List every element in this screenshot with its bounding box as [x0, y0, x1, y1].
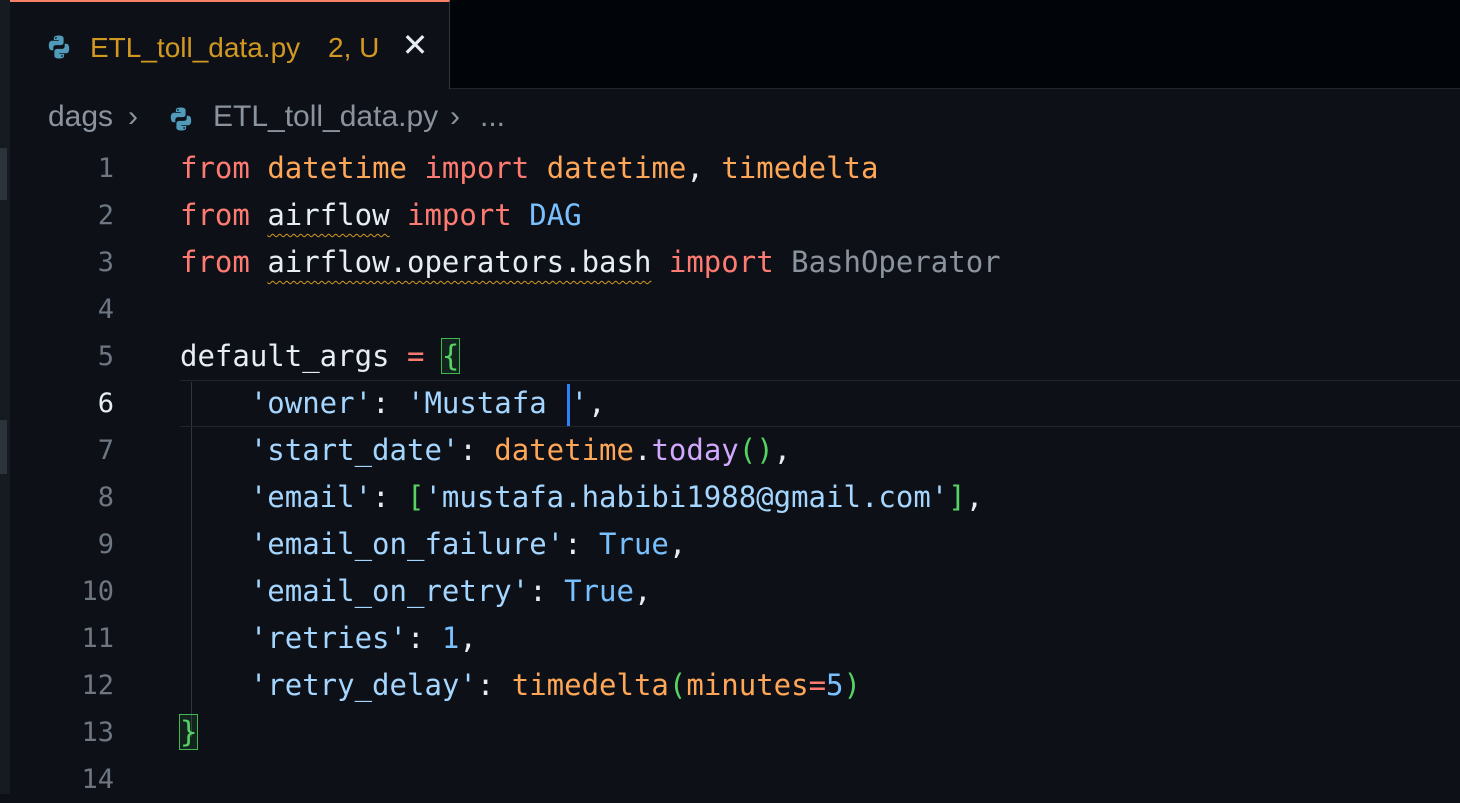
- edge-marker: [0, 420, 7, 474]
- line-number: 8: [97, 482, 114, 513]
- import-warning: airflow.operators.bash: [267, 245, 652, 279]
- python-icon: [168, 106, 194, 140]
- line-number: 5: [97, 341, 114, 372]
- line-number: 3: [97, 247, 114, 278]
- line-code: 'start_date': datetime.today(),: [249, 433, 792, 467]
- line-code: 'retries': 1,: [249, 621, 477, 655]
- code-line-current: 6 'owner': 'Mustafa ',: [10, 380, 1460, 427]
- line-code: default_args = {: [180, 338, 461, 374]
- code-line: 12 'retry_delay': timedelta(minutes=5): [10, 662, 1460, 709]
- text-cursor: [566, 384, 570, 426]
- tab-etl-toll-data[interactable]: ETL_toll_data.py 2, U ✕: [10, 0, 450, 89]
- line-code: }: [178, 709, 199, 756]
- bracket-match: }: [178, 714, 199, 750]
- line-code: from airflow.operators.bash import BashO…: [180, 245, 1001, 279]
- breadcrumb-folder[interactable]: dags: [48, 100, 113, 134]
- code-line: 9 'email_on_failure': True,: [10, 521, 1460, 568]
- line-number: 6: [97, 388, 114, 419]
- chevron-right-icon: ›: [450, 100, 460, 133]
- code-line: 14: [10, 756, 1460, 803]
- line-number: 4: [97, 294, 114, 325]
- breadcrumb-file[interactable]: ETL_toll_data.py: [213, 100, 438, 134]
- code-editor[interactable]: 1 from datetime import datetime, timedel…: [10, 145, 1460, 795]
- chevron-right-icon: ›: [128, 100, 138, 133]
- code-line: 5 default_args = {: [10, 333, 1460, 380]
- code-line: 7 'start_date': datetime.today(),: [10, 427, 1460, 474]
- line-number: 7: [97, 435, 114, 466]
- code-line: 1 from datetime import datetime, timedel…: [10, 145, 1460, 192]
- python-icon: [46, 34, 72, 65]
- code-line: 2 from airflow import DAG: [10, 192, 1460, 239]
- activity-edge: [0, 0, 10, 794]
- code-line: 10 'email_on_retry': True,: [10, 568, 1460, 615]
- code-line: 8 'email': ['mustafa.habibi1988@gmail.co…: [10, 474, 1460, 521]
- close-icon[interactable]: ✕: [400, 29, 430, 61]
- code-line: 13 }: [10, 709, 1460, 756]
- line-number: 13: [81, 717, 114, 748]
- line-code: 'email': ['mustafa.habibi1988@gmail.com'…: [249, 480, 984, 514]
- line-number: 9: [97, 529, 114, 560]
- line-number: 1: [97, 153, 114, 184]
- line-code: 'email_on_failure': True,: [249, 527, 687, 561]
- tab-bar: ETL_toll_data.py 2, U ✕: [10, 0, 1460, 89]
- line-number: 11: [81, 623, 114, 654]
- bracket-match: {: [440, 338, 461, 374]
- line-number: 2: [97, 200, 114, 231]
- line-code: 'owner': 'Mustafa ',: [180, 380, 606, 427]
- tab-filename: ETL_toll_data.py: [90, 32, 301, 63]
- code-line: 4: [10, 286, 1460, 333]
- line-code: 'retry_delay': timedelta(minutes=5): [249, 668, 861, 702]
- code-line: 11 'retries': 1,: [10, 615, 1460, 662]
- line-number: 12: [81, 670, 114, 701]
- breadcrumb-more[interactable]: ...: [480, 100, 505, 134]
- import-warning: airflow: [267, 198, 390, 232]
- line-code: 'email_on_retry': True,: [249, 574, 652, 608]
- line-code: from airflow import DAG: [180, 198, 582, 232]
- code-line: 3 from airflow.operators.bash import Bas…: [10, 239, 1460, 286]
- line-number: 14: [81, 764, 114, 795]
- edge-marker: [0, 148, 7, 200]
- tab-problem-badge: 2, U: [328, 32, 380, 63]
- line-number: 10: [81, 576, 114, 607]
- line-code: from datetime import datetime, timedelta: [180, 151, 879, 185]
